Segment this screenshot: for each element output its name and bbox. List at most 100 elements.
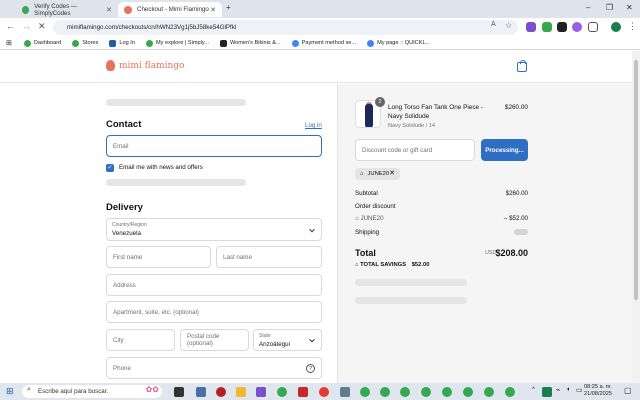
loading-skeleton	[355, 297, 467, 304]
app-icon[interactable]	[216, 387, 226, 397]
bookmark-favicon-icon	[145, 39, 153, 47]
chrome-icon[interactable]	[277, 387, 287, 397]
taskbar-search-input[interactable]: ⌕ Escribe aquí para buscar. ✿✿	[22, 385, 162, 398]
app-icon[interactable]	[256, 387, 266, 397]
notifications-icon[interactable]: ▢	[624, 386, 632, 395]
url-input[interactable]: mimiflamingo.com/checkouts/cn/hWN23Vg1j5…	[53, 20, 518, 35]
tab-checkout[interactable]: Checkout - Mimi Flamingo ✕	[118, 2, 222, 17]
subtotal-label: Subtotal	[355, 190, 378, 197]
file-explorer-icon[interactable]	[236, 387, 246, 397]
bookmark-favicon-icon	[72, 39, 80, 47]
city-field[interactable]: City	[106, 329, 175, 351]
translate-icon[interactable]: A	[491, 21, 496, 28]
chrome-icon[interactable]	[484, 387, 494, 397]
google-favicon-icon	[367, 39, 375, 47]
chrome-icon[interactable]	[360, 387, 370, 397]
windows-start-icon[interactable]: ⊞	[6, 386, 14, 397]
chrome-icon[interactable]	[400, 387, 410, 397]
windows-taskbar: ⊞ ⌕ Escribe aquí para buscar. ✿✿ ^ ⌁ ◖ ▭…	[0, 383, 640, 400]
stop-loading-icon[interactable]: ✕	[38, 21, 46, 32]
state-select[interactable]: State Anzoátegui	[253, 329, 322, 351]
flowers-decoration-icon: ✿✿	[145, 385, 159, 394]
profile-avatar[interactable]	[611, 22, 621, 32]
store-logo[interactable]: mimi flamingo	[106, 60, 184, 71]
task-view-icon[interactable]	[174, 387, 184, 397]
extension-icon[interactable]	[526, 22, 536, 32]
chrome-icon[interactable]	[380, 387, 390, 397]
login-link[interactable]: Log in	[305, 122, 322, 129]
newsletter-checkbox[interactable]: ✓	[106, 164, 114, 172]
flamingo-logo-icon	[106, 60, 115, 71]
close-window-icon[interactable]: ✕	[626, 3, 633, 12]
minimize-icon[interactable]: –	[586, 3, 590, 12]
page-scrollbar-thumb[interactable]	[634, 60, 638, 300]
chrome-icon[interactable]	[442, 387, 452, 397]
shipping-label: Shipping	[355, 229, 380, 236]
battery-icon[interactable]: ▭	[576, 386, 583, 394]
shopping-bag-icon[interactable]	[517, 60, 527, 72]
email-field[interactable]: Email	[106, 135, 322, 157]
address-field[interactable]: Address	[106, 274, 322, 296]
remove-discount-icon[interactable]: ✕	[389, 169, 395, 177]
first-name-field[interactable]: First name	[106, 246, 211, 268]
bookmark-dashboard[interactable]: Dashboard	[23, 39, 61, 47]
extension-icon[interactable]	[572, 22, 582, 32]
tab-close-icon[interactable]: ✕	[210, 6, 216, 14]
chrome-icon[interactable]	[463, 387, 473, 397]
address-bar-row: ← → ✕ mimiflamingo.com/checkouts/cn/hWN2…	[0, 18, 640, 37]
shipping-loading-skeleton	[514, 229, 528, 235]
forward-icon[interactable]: →	[22, 21, 31, 31]
last-name-field[interactable]: Last name	[216, 246, 322, 268]
google-favicon-icon	[291, 39, 299, 47]
bookmark-my-page[interactable]: My page :: QUICKL...	[367, 39, 430, 47]
bookmark-login[interactable]: Log In	[109, 39, 135, 47]
taskbar-clock[interactable]: 08:25 a. m. 21/08/2025	[584, 384, 612, 398]
app-icon[interactable]	[196, 387, 206, 397]
chrome-icon[interactable]	[505, 387, 515, 397]
newsletter-label: Email me with news and offers	[119, 164, 203, 171]
chevron-down-icon	[309, 226, 315, 232]
tray-app-icon[interactable]	[542, 387, 552, 397]
tray-chevron-icon[interactable]: ^	[532, 387, 535, 393]
discount-value: – $52.00	[503, 215, 528, 222]
back-icon[interactable]: ←	[6, 21, 15, 31]
extensions-puzzle-icon[interactable]	[588, 22, 598, 32]
delivery-heading: Delivery	[106, 202, 143, 213]
extension-icon[interactable]	[542, 22, 552, 32]
postal-code-field[interactable]: Postal code (optional)	[180, 329, 249, 351]
bookmarks-bar: ⊞ Dashboard Stores Log In My explore | S…	[0, 37, 640, 50]
bookmark-stores[interactable]: Stores	[72, 39, 98, 47]
volume-icon[interactable]: ◖	[566, 386, 570, 393]
phone-field[interactable]: Phone ?	[106, 357, 322, 379]
apartment-field[interactable]: Apartment, suite, etc. (optional)	[106, 301, 322, 323]
bookmark-favicon-icon	[23, 39, 31, 47]
loading-skeleton	[355, 279, 467, 286]
restore-icon[interactable]: ❐	[606, 3, 613, 12]
bookmark-womens-bikinis[interactable]: Women's Bikinis &...	[219, 39, 281, 47]
country-select[interactable]: Country/Region Venezuela	[106, 218, 322, 241]
discount-chip: ⌂ JUNE20 ✕	[355, 168, 400, 180]
bookmark-payment-method[interactable]: Payment method se...	[291, 39, 356, 47]
discount-code-field[interactable]: Discount code or gift card	[355, 139, 475, 161]
tab-close-icon[interactable]: ✕	[106, 6, 112, 14]
bookmark-my-explore[interactable]: My explore | Simply...	[145, 39, 209, 47]
bookmark-star-icon[interactable]: ☆	[505, 21, 512, 30]
apply-discount-button[interactable]: Processing...	[481, 139, 528, 161]
apps-grid-icon[interactable]: ⊞	[6, 39, 12, 47]
product-price: $260.00	[504, 104, 528, 111]
order-discount-label: Order discount	[355, 203, 396, 210]
total-savings: ⌂ TOTAL SAVINGS $52.00	[355, 262, 430, 268]
help-icon[interactable]: ?	[306, 364, 315, 373]
tab-verify-codes[interactable]: Verify Codes — SimplyCodes ✕	[16, 2, 118, 17]
product-variant: Navy Solidude / 14	[388, 123, 435, 129]
order-summary-panel	[337, 84, 632, 383]
app-icon[interactable]	[340, 387, 350, 397]
chrome-icon[interactable]	[421, 387, 431, 397]
opera-icon[interactable]	[319, 387, 329, 397]
new-tab-button[interactable]: +	[226, 3, 231, 12]
extension-icon[interactable]	[557, 22, 567, 32]
menu-dots-icon[interactable]: ⋮	[628, 21, 637, 32]
network-icon[interactable]: ⌁	[556, 386, 560, 394]
app-icon[interactable]	[298, 387, 308, 397]
bookmark-favicon-icon	[219, 39, 227, 47]
